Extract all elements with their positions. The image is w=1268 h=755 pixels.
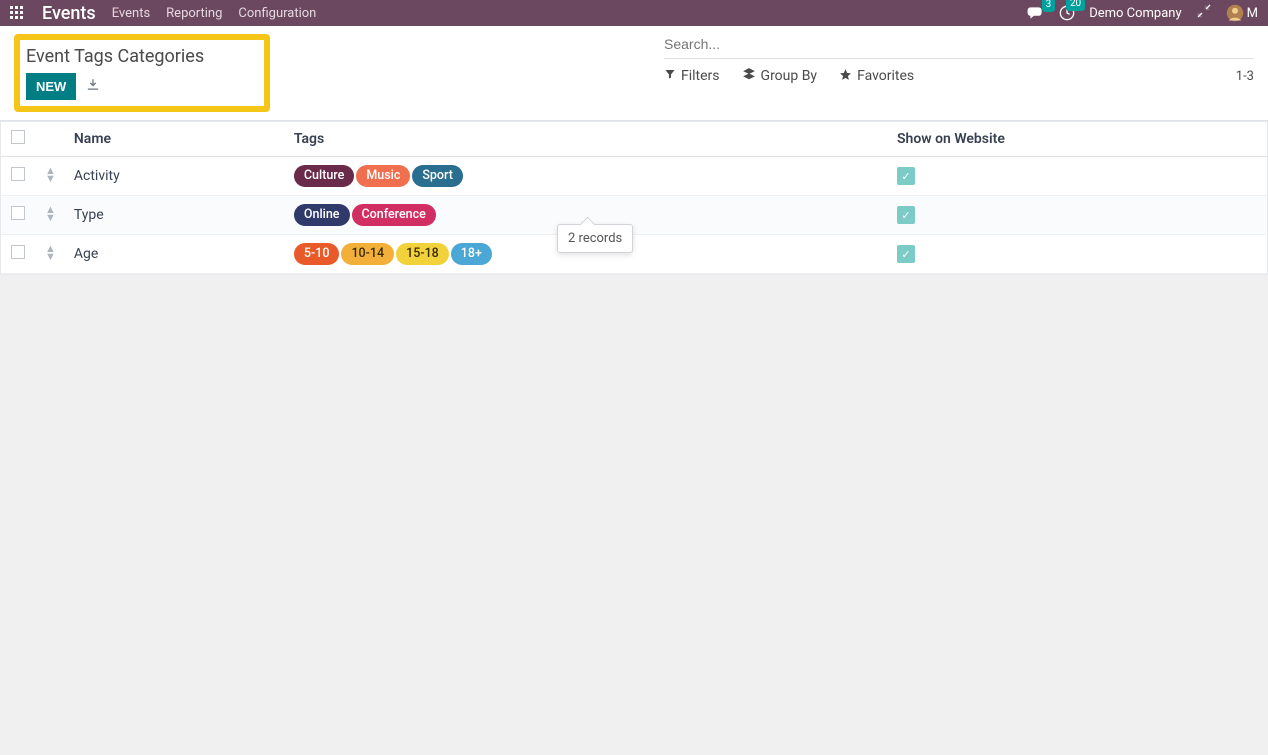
activity-badge: 20 [1066,0,1085,11]
favorites-label: Favorites [857,68,914,84]
groupby-button[interactable]: Group By [742,67,818,85]
row-name: Age [64,235,284,274]
records-table: Name Tags Show on Website ▲▼ActivityCult… [1,122,1267,274]
chat-badge: 3 [1042,0,1056,12]
col-show[interactable]: Show on Website [887,122,1267,157]
col-name[interactable]: Name [64,122,284,157]
app-brand[interactable]: Events [42,3,96,24]
tag-pill[interactable]: 5-10 [294,243,340,265]
list-view: Name Tags Show on Website ▲▼ActivityCult… [0,121,1268,275]
filters-button[interactable]: Filters [664,68,720,84]
user-initial: M [1247,6,1258,21]
avatar[interactable]: M [1226,4,1258,22]
cp-right: Filters Group By Favorites 1-3 [664,34,1254,112]
row-tags: CultureMusicSport [284,157,887,196]
page-title: Event Tags Categories [26,46,204,67]
table-row[interactable]: ▲▼ Type OnlineConference ✓ [1,196,1267,235]
select-all-checkbox[interactable] [11,130,25,144]
nav-right: 3 20 Demo Company M [1027,3,1258,23]
download-icon[interactable] [86,78,100,96]
company-name[interactable]: Demo Company [1089,6,1181,21]
nav-left: Events Events Reporting Configuration [10,3,316,24]
row-checkbox[interactable] [11,245,25,259]
tooltip-text: 2 records [568,231,622,246]
nav-menu-reporting[interactable]: Reporting [166,6,222,21]
star-icon [839,68,852,85]
chat-icon[interactable]: 3 [1027,6,1045,20]
nav-menu-events[interactable]: Events [112,6,150,21]
tag-pill[interactable]: Music [356,165,410,187]
activity-icon[interactable]: 20 [1059,5,1075,21]
col-tags[interactable]: Tags [284,122,887,157]
filter-icon [664,68,676,84]
show-on-website-checkbox[interactable]: ✓ [897,206,915,224]
drag-handle-icon[interactable]: ▲▼ [45,206,54,222]
show-on-website-checkbox[interactable]: ✓ [897,167,915,185]
search-input[interactable] [664,34,1254,54]
pager[interactable]: 1-3 [1236,69,1254,84]
breadcrumb-highlight: Event Tags Categories NEW [14,34,270,112]
search-row [664,34,1254,59]
tools-row: Filters Group By Favorites 1-3 [664,67,1254,85]
tag-pill[interactable]: 10-14 [341,243,394,265]
drag-handle-icon[interactable]: ▲▼ [45,245,54,261]
tag-pill[interactable]: 18+ [451,243,492,265]
tag-pill[interactable]: 15-18 [396,243,449,265]
new-button[interactable]: NEW [26,73,76,100]
drag-handle-icon[interactable]: ▲▼ [45,167,54,183]
table-row[interactable]: ▲▼ Age 5-1010-1415-1818+ ✓ [1,235,1267,274]
tools-icon[interactable] [1196,3,1212,23]
layers-icon [742,67,756,85]
tag-pill[interactable]: Culture [294,165,354,187]
top-navbar: Events Events Reporting Configuration 3 … [0,0,1268,26]
tag-pill[interactable]: Online [294,204,350,226]
table-row[interactable]: ▲▼ActivityCultureMusicSport✓ [1,157,1267,196]
row-checkbox[interactable] [11,206,25,220]
favorites-button[interactable]: Favorites [839,68,914,85]
row-checkbox[interactable] [11,167,25,181]
show-on-website-checkbox[interactable]: ✓ [897,245,915,263]
tag-pill[interactable]: Sport [412,165,463,187]
row-name: Activity [64,157,284,196]
tag-pill[interactable]: Conference [352,204,436,226]
control-panel: Event Tags Categories NEW Filters Group … [0,26,1268,121]
row-name: Type [64,196,284,235]
nav-menu-configuration[interactable]: Configuration [238,6,316,21]
apps-icon[interactable] [10,6,24,20]
groupby-label: Group By [761,68,818,84]
tag-tooltip: 2 records [557,224,633,253]
table-header-row: Name Tags Show on Website [1,122,1267,157]
cp-actions: NEW [26,73,204,100]
filters-label: Filters [681,68,720,84]
